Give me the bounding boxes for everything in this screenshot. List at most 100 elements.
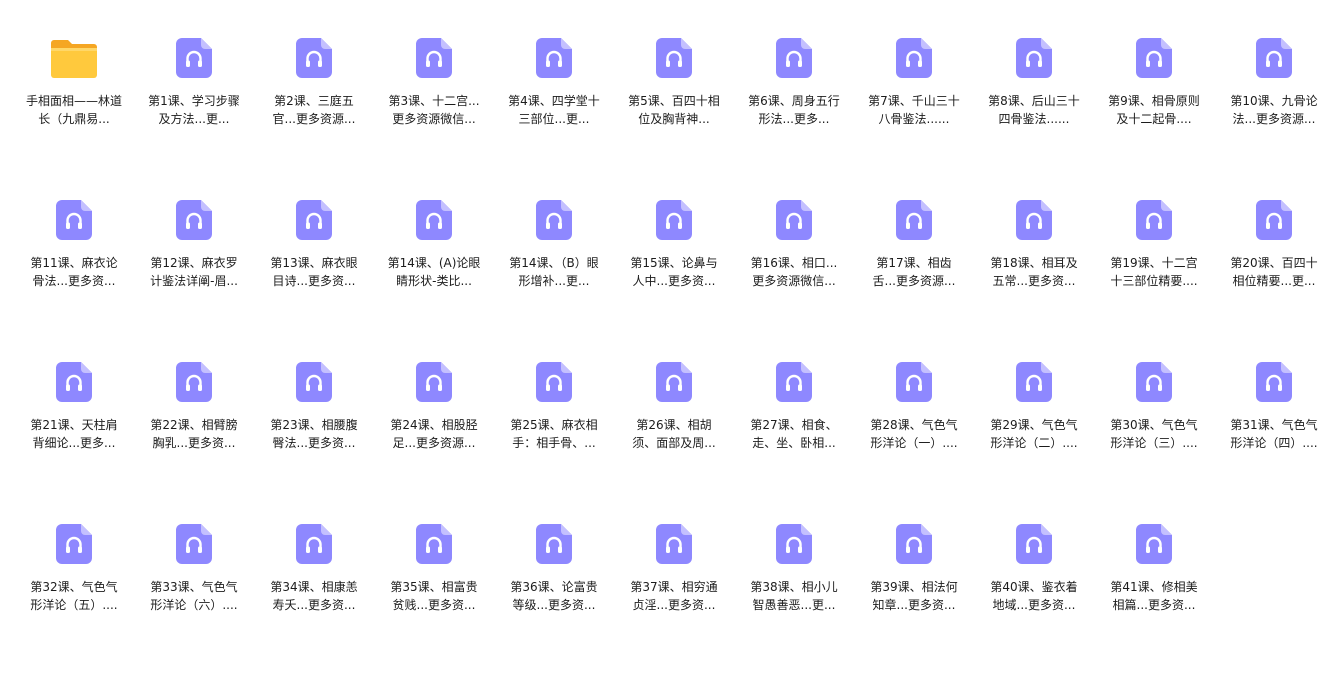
file-name: 手相面相——林道长（九鼎易... — [26, 94, 122, 126]
audio-file-icon — [1250, 198, 1298, 242]
audio-file-icon — [410, 360, 458, 404]
audio-file-icon — [50, 522, 98, 566]
audio-file-icon — [530, 360, 578, 404]
file-name: 第38课、相小儿智愚善恶...更... — [750, 580, 838, 612]
file-name: 第1课、学习步骤及方法...更... — [148, 94, 240, 126]
audio-file-item[interactable]: 第11课、麻衣论骨法...更多资... — [14, 198, 134, 348]
audio-file-item[interactable]: 第19课、十二宫十三部位精要.... — [1094, 198, 1214, 348]
audio-file-item[interactable]: 第14课、(A)论眼睛形状-类比... — [374, 198, 494, 348]
audio-file-icon — [1130, 198, 1178, 242]
file-name: 第34课、相康恙寿夭...更多资... — [270, 580, 358, 612]
audio-file-item[interactable]: 第14课、（B）眼形增补...更... — [494, 198, 614, 348]
file-name: 第5课、百四十相位及胸背神... — [628, 94, 720, 126]
file-name: 第12课、麻衣罗计鉴法详阐-眉... — [150, 256, 238, 288]
file-name: 第11课、麻衣论骨法...更多资... — [30, 256, 118, 288]
audio-file-icon — [650, 198, 698, 242]
audio-file-icon — [170, 360, 218, 404]
audio-file-item[interactable]: 第39课、相法何知章...更多资... — [854, 522, 974, 672]
audio-file-icon — [1010, 198, 1058, 242]
file-name: 第22课、相臂膀胸乳...更多资... — [150, 418, 238, 450]
audio-file-item[interactable]: 第29课、气色气形洋论（二）.... — [974, 360, 1094, 510]
audio-file-icon — [1130, 36, 1178, 80]
audio-file-item[interactable]: 第26课、相胡须、面部及周... — [614, 360, 734, 510]
file-name: 第14课、（B）眼形增补...更... — [509, 256, 599, 288]
file-name: 第6课、周身五行形法...更多... — [748, 94, 840, 126]
audio-file-item[interactable]: 第1课、学习步骤及方法...更... — [134, 36, 254, 186]
audio-file-icon — [1250, 36, 1298, 80]
audio-file-item[interactable]: 第34课、相康恙寿夭...更多资... — [254, 522, 374, 672]
file-name: 第10课、九骨论法...更多资源... — [1230, 94, 1318, 126]
audio-file-item[interactable]: 第24课、相股胫足...更多资源... — [374, 360, 494, 510]
audio-file-item[interactable]: 第5课、百四十相位及胸背神... — [614, 36, 734, 186]
audio-file-item[interactable]: 第2课、三庭五官...更多资源... — [254, 36, 374, 186]
audio-file-icon — [410, 522, 458, 566]
audio-file-item[interactable]: 第22课、相臂膀胸乳...更多资... — [134, 360, 254, 510]
audio-file-icon — [290, 198, 338, 242]
file-name: 第32课、气色气形洋论（五）.... — [30, 580, 118, 612]
audio-file-icon — [1130, 522, 1178, 566]
audio-file-icon — [1130, 360, 1178, 404]
file-name: 第36课、论富贵等级...更多资... — [510, 580, 598, 612]
audio-file-icon — [770, 360, 818, 404]
audio-file-icon — [1010, 360, 1058, 404]
audio-file-item[interactable]: 第40课、鉴衣着地域...更多资... — [974, 522, 1094, 672]
audio-file-icon — [890, 522, 938, 566]
file-name: 第20课、百四十相位精要...更... — [1230, 256, 1318, 288]
file-name: 第9课、相骨原则及十二起骨.... — [1108, 94, 1200, 126]
file-name: 第16课、相口...更多资源微信... — [750, 256, 838, 288]
file-name: 第7课、千山三十八骨鉴法...... — [868, 94, 960, 126]
file-name: 第30课、气色气形洋论（三）.... — [1110, 418, 1198, 450]
audio-file-item[interactable]: 第33课、气色气形洋论（六）.... — [134, 522, 254, 672]
audio-file-item[interactable]: 第13课、麻衣眼目诗...更多资... — [254, 198, 374, 348]
audio-file-item[interactable]: 第3课、十二宫...更多资源微信... — [374, 36, 494, 186]
audio-file-item[interactable]: 第10课、九骨论法...更多资源... — [1214, 36, 1334, 186]
audio-file-item[interactable]: 第16课、相口...更多资源微信... — [734, 198, 854, 348]
audio-file-icon — [290, 522, 338, 566]
audio-file-icon — [650, 36, 698, 80]
audio-file-item[interactable]: 第20课、百四十相位精要...更... — [1214, 198, 1334, 348]
audio-file-item[interactable]: 第6课、周身五行形法...更多... — [734, 36, 854, 186]
audio-file-item[interactable]: 第41课、修相美相篇...更多资... — [1094, 522, 1214, 672]
audio-file-icon — [770, 36, 818, 80]
audio-file-icon — [290, 360, 338, 404]
file-name: 第37课、相穷通贞淫...更多资... — [630, 580, 718, 612]
file-name: 第18课、相耳及五常...更多资... — [990, 256, 1078, 288]
audio-file-item[interactable]: 第32课、气色气形洋论（五）.... — [14, 522, 134, 672]
audio-file-icon — [890, 36, 938, 80]
audio-file-item[interactable]: 第15课、论鼻与人中...更多资... — [614, 198, 734, 348]
file-name: 第2课、三庭五官...更多资源... — [272, 94, 356, 126]
audio-file-icon — [170, 198, 218, 242]
audio-file-item[interactable]: 第38课、相小儿智愚善恶...更... — [734, 522, 854, 672]
audio-file-item[interactable]: 第27课、相食、走、坐、卧相... — [734, 360, 854, 510]
audio-file-icon — [530, 36, 578, 80]
audio-file-item[interactable]: 第7课、千山三十八骨鉴法...... — [854, 36, 974, 186]
audio-file-item[interactable]: 第23课、相腰腹臀法...更多资... — [254, 360, 374, 510]
audio-file-item[interactable]: 第35课、相富贵贫贱...更多资... — [374, 522, 494, 672]
file-name: 第27课、相食、走、坐、卧相... — [750, 418, 838, 450]
audio-file-icon — [1010, 522, 1058, 566]
audio-file-item[interactable]: 第4课、四学堂十三部位...更... — [494, 36, 614, 186]
folder-item[interactable]: 手相面相——林道长（九鼎易... — [14, 36, 134, 186]
audio-file-icon — [50, 360, 98, 404]
folder-icon — [50, 36, 98, 80]
audio-file-item[interactable]: 第31课、气色气形洋论（四）.... — [1214, 360, 1334, 510]
audio-file-item[interactable]: 第37课、相穷通贞淫...更多资... — [614, 522, 734, 672]
audio-file-icon — [530, 198, 578, 242]
audio-file-item[interactable]: 第12课、麻衣罗计鉴法详阐-眉... — [134, 198, 254, 348]
audio-file-item[interactable]: 第36课、论富贵等级...更多资... — [494, 522, 614, 672]
file-name: 第3课、十二宫...更多资源微信... — [388, 94, 480, 126]
audio-file-item[interactable]: 第30课、气色气形洋论（三）.... — [1094, 360, 1214, 510]
audio-file-icon — [650, 522, 698, 566]
audio-file-icon — [1010, 36, 1058, 80]
file-name: 第13课、麻衣眼目诗...更多资... — [270, 256, 358, 288]
audio-file-item[interactable]: 第18课、相耳及五常...更多资... — [974, 198, 1094, 348]
audio-file-item[interactable]: 第25课、麻衣相手：相手骨、... — [494, 360, 614, 510]
file-name: 第15课、论鼻与人中...更多资... — [630, 256, 718, 288]
audio-file-item[interactable]: 第28课、气色气形洋论（一）.... — [854, 360, 974, 510]
audio-file-item[interactable]: 第8课、后山三十四骨鉴法...... — [974, 36, 1094, 186]
audio-file-item[interactable]: 第9课、相骨原则及十二起骨.... — [1094, 36, 1214, 186]
file-grid: 手相面相——林道长（九鼎易... 第1课、学习步骤及方法...更... 第2课、… — [14, 36, 1334, 684]
audio-file-item[interactable]: 第21课、天柱肩背细论...更多... — [14, 360, 134, 510]
audio-file-item[interactable]: 第17课、相齿舌...更多资源... — [854, 198, 974, 348]
audio-file-icon — [890, 360, 938, 404]
